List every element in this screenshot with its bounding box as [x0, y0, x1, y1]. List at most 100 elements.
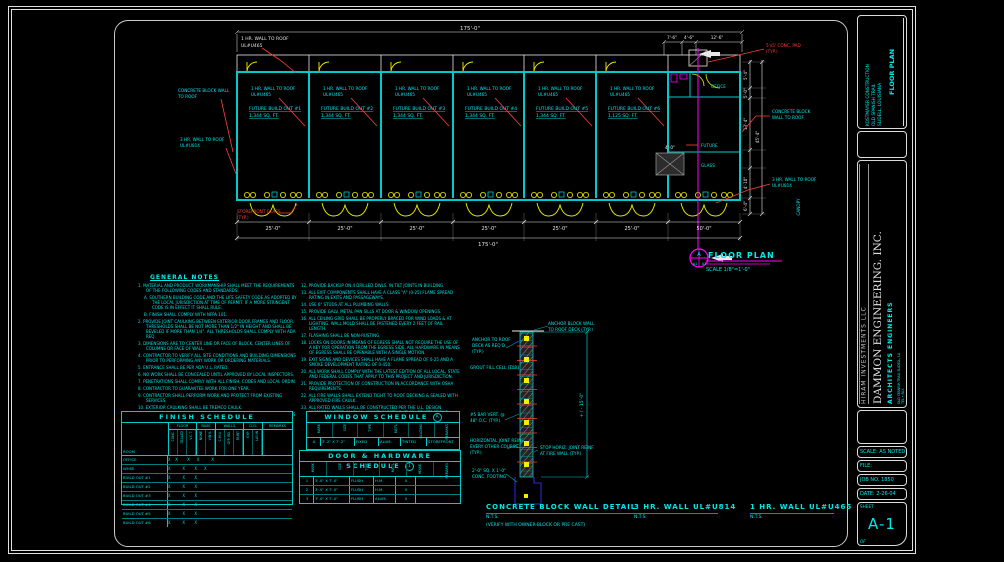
dim-bay-2: 25'-0" — [337, 226, 352, 232]
dim-right-5: 6'-4" — [743, 201, 748, 211]
general-note: 14. USE 6" STUDS AT ALL PLUMBING WALLS. — [301, 302, 461, 307]
titleblock-empty-box-2 — [857, 410, 907, 444]
section-marker: A A1 A3 — [690, 249, 708, 267]
svg-text:FUTURE BUILD OUT #3: FUTURE BUILD OUT #3 — [393, 106, 445, 112]
wall3-caption: 3 HR. WALL UL#U814 — [634, 503, 736, 511]
general-note: 8. CONTRACTOR TO GUARANTEE WORK FOR ONE … — [138, 386, 298, 391]
titleblock-file: FILE: — [857, 460, 907, 472]
section-sheet-left: A1 — [693, 262, 698, 266]
sheet-number: A-1 — [858, 515, 906, 533]
svg-text:1 HR. WALL TO ROOF: 1 HR. WALL TO ROOF — [538, 86, 583, 91]
room-header: ROOM — [122, 423, 169, 455]
section-sheet-right: A3 — [702, 262, 707, 266]
svg-text:1,344 SQ. FT.: 1,344 SQ. FT. — [465, 113, 495, 119]
dim-bay-1: 25'-0" — [265, 226, 280, 232]
svg-text:GROUT FILL CELL (TYP.): GROUT FILL CELL (TYP.) — [470, 365, 520, 370]
general-note: 15. PROVIDE GALV. METAL PAN SILLS AT DOO… — [301, 309, 461, 314]
plan-title: FLOOR PLAN — [708, 251, 775, 260]
general-note: 19. EXIT SIGNS AND DEVICES SHALL HAVE A … — [301, 357, 461, 367]
dim-overall-bottom: 175'-0" — [478, 242, 498, 248]
general-note: 22. ALL FIRE WALLS SHALL EXTEND TIGHT TO… — [301, 393, 461, 403]
dim-office-2: 4'-6" — [684, 35, 694, 40]
titleblock-empty-box-1 — [857, 131, 907, 158]
svg-text:UL#U465: UL#U465 — [323, 92, 343, 97]
of-word: OF — [860, 539, 866, 544]
svg-text:FUTURE BUILD OUT #2: FUTURE BUILD OUT #2 — [321, 106, 373, 112]
general-note: 16. ALL CEILING GRID SHALL BE PROPERLY B… — [301, 316, 461, 331]
dim-bay-4: 25'-0" — [481, 226, 496, 232]
unit-labels: 1 HR. WALL TO ROOFUL#U465 FUTURE BUILD O… — [249, 86, 660, 119]
general-note: 6. NO WORK SHALL BE CONCEALED UNTIL APPR… — [138, 372, 298, 377]
dim-ramp: 4'-0" — [665, 145, 675, 150]
wall3hr-right-label: 3 HR. WALL TO ROOF — [772, 177, 817, 182]
window-schedule: WINDOW SCHEDULE A MARK SIZE TYPE MAT'L G… — [306, 411, 460, 450]
dim-office-3: 12'-6" — [711, 35, 724, 40]
dim-overall-top: 175'-0" — [460, 26, 480, 32]
dimension-lines — [235, 30, 766, 241]
finish-schedule-title: FINISH SCHEDULE — [122, 412, 292, 423]
svg-text:1 HR. WALL TO ROOF: 1 HR. WALL TO ROOF — [251, 86, 296, 91]
cmu-left-label: CONCRETE BLOCK WALL — [178, 88, 230, 93]
future-label: FUTURE — [701, 143, 718, 148]
svg-text:FUTURE BUILD OUT #1: FUTURE BUILD OUT #1 — [249, 106, 301, 112]
svg-text:1 HR. WALL TO ROOF: 1 HR. WALL TO ROOF — [323, 86, 368, 91]
svg-text:UL#U465: UL#U465 — [241, 43, 263, 49]
dim-bay-7: 50'-0" — [696, 226, 711, 232]
ramp-hatch — [656, 153, 684, 175]
window-mark-badge: A — [433, 413, 442, 422]
firm-disciplines: ARCHITECTS ENGINEERS — [887, 164, 894, 404]
svg-text:(TYP.): (TYP.) — [470, 450, 482, 455]
canopy-scallops — [250, 203, 727, 216]
svg-text:(TYP.): (TYP.) — [766, 49, 778, 54]
sheet-word: SHEET — [860, 504, 874, 509]
owner-name: HIRAM INVESTMENTS LLC — [859, 164, 869, 404]
svg-text:+ / - 15'-0": + / - 15'-0" — [579, 393, 585, 418]
dim-office-1: 7'-6" — [667, 35, 677, 40]
svg-text:UL#U465: UL#U465 — [467, 92, 487, 97]
door-schedule: DOOR & HARDWARE SCHEDULE 1 MARK SIZE TYP… — [299, 450, 461, 504]
storefront-glazing — [244, 192, 732, 198]
svg-text:1 HR. WALL TO ROOF: 1 HR. WALL TO ROOF — [395, 86, 440, 91]
wall1-caption: 1 HR. WALL UL#U465 — [750, 503, 852, 511]
general-notes-col1: 1. MATERIAL AND PRODUCT WORKMANSHIP SHAL… — [138, 283, 298, 424]
svg-text:UL#U465: UL#U465 — [251, 92, 271, 97]
general-note: 3. DIMENSIONS ARE TO CENTER LINE OR FACE… — [138, 341, 298, 351]
svg-text:UL#U465: UL#U465 — [395, 92, 415, 97]
general-note: 5. ENTRANCE SHALL BE PER ADA U.L. RATED. — [138, 365, 298, 370]
svg-text:FUTURE BUILD OUT #6: FUTURE BUILD OUT #6 — [608, 106, 660, 112]
building-walls — [237, 72, 740, 200]
titleblock-sheet-box: SHEET A-1 OF — [857, 502, 907, 546]
svg-text:1,344 SQ. FT.: 1,344 SQ. FT. — [249, 113, 279, 119]
svg-text:#5 BAR VERT. @: #5 BAR VERT. @ — [470, 412, 505, 417]
dim-right-2: 5'-0" — [743, 88, 748, 98]
general-notes-title: GENERAL NOTES — [150, 274, 219, 281]
svg-text:UL#U465: UL#U465 — [610, 92, 630, 97]
svg-text:1 HR. WALL TO ROOF: 1 HR. WALL TO ROOF — [467, 86, 512, 91]
cad-sheet: { "sheet": { "plan_title": "FLOOR PLAN",… — [0, 0, 1004, 562]
general-note: 4. CONTRACTOR TO VERIFY ALL SITE CONDITI… — [138, 353, 298, 363]
svg-text:(TYP.): (TYP.) — [472, 349, 484, 354]
project-line: SLIDELL, LOUISIANA — [878, 18, 883, 126]
general-note: 2. PROVIDE JOINT CAULKING BETWEEN EXTERI… — [138, 319, 298, 339]
dim-right-overall: 45'-4" — [755, 131, 760, 144]
firm-phone: TEL • FAX — [901, 164, 905, 404]
svg-text:WALL TO ROOF: WALL TO ROOF — [772, 115, 804, 120]
svg-text:ANCHOR TO ROOF: ANCHOR TO ROOF — [472, 337, 511, 342]
rear-door-swings — [247, 62, 616, 72]
svg-text:CONC. FOOTING: CONC. FOOTING — [472, 474, 506, 479]
glass-label: GLASS — [701, 163, 715, 168]
svg-text:1,344 SQ. FT.: 1,344 SQ. FT. — [393, 113, 423, 119]
svg-text:UL#U814: UL#U814 — [180, 143, 200, 148]
cmu-right-label: CONCRETE BLOCK — [772, 109, 811, 114]
svg-text:AT FIRE WALL (TYP.): AT FIRE WALL (TYP.) — [540, 451, 582, 456]
storefront-label: STOREFRONT GLASS — [237, 209, 281, 214]
general-note: 1. MATERIAL AND PRODUCT WORKMANSHIP SHAL… — [138, 283, 298, 293]
titleblock-job: JOB NO. 1850 — [857, 474, 907, 486]
general-note: 20. ALL WORK SHALL COMPLY WITH THE LATES… — [301, 369, 461, 379]
titleblock-date: DATE: 2-26-04 — [857, 488, 907, 500]
window-schedule-title: WINDOW SCHEDULE — [324, 413, 428, 421]
svg-text:FUTURE BUILD OUT #4: FUTURE BUILD OUT #4 — [465, 106, 517, 112]
section-letter: A — [697, 252, 701, 258]
svg-text:1,344 SQ. FT.: 1,344 SQ. FT. — [536, 113, 566, 119]
svg-text:1,125 SQ. FT.: 1,125 SQ. FT. — [608, 113, 638, 119]
